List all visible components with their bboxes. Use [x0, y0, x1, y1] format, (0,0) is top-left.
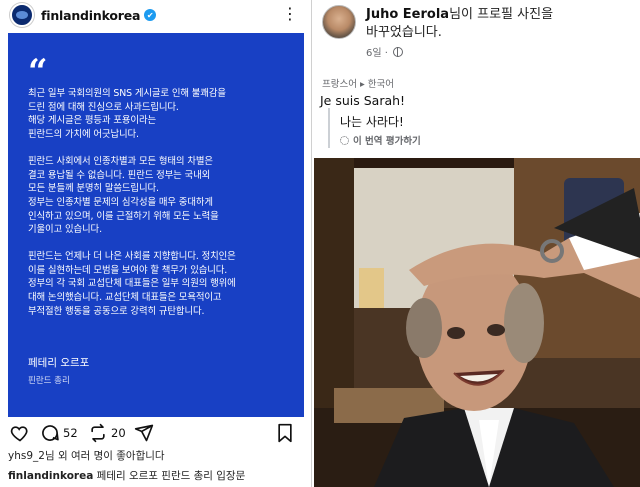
author-name[interactable]: Juho Eerola [366, 7, 449, 22]
instagram-post: finlandinkorea ✔ ⋮ “ 최근 일부 국회의원의 SNS 게시글… [0, 0, 312, 487]
statement-line: 이를 실현하는데 모범을 보여야 할 책무가 있습니다. [28, 264, 228, 276]
share-icon [134, 424, 154, 442]
like-button[interactable] [10, 423, 30, 443]
statement-paragraph-3: 핀란드는 언제나 더 나은 사회를 지향합니다. 정치인은 이를 실현하는데 모… [28, 250, 290, 319]
verified-badge-icon: ✔ [144, 9, 157, 21]
profile-photo[interactable] [314, 158, 640, 487]
caption-username[interactable]: finlandinkorea [8, 470, 93, 482]
statement-line: 최근 일부 국회의원의 SNS 게시글로 인해 불쾌감을 [28, 88, 226, 99]
save-button[interactable] [276, 423, 294, 443]
photo-illustration [314, 158, 640, 487]
action-bar: 52 20 [0, 420, 312, 446]
caption: finlandinkorea 페테리 오르포 핀란드 총리 입장문 [8, 468, 245, 483]
statement-line: 핀란드의 가치에 어긋납니다. [28, 129, 139, 141]
statement-text: 최근 일부 국회의원의 SNS 게시글로 인해 불쾌감을 드린 점에 대해 진심… [28, 87, 290, 332]
statement-line: 모든 분들께 분명히 말씀드립니다. [28, 183, 159, 195]
original-text: Je suis Sarah! [320, 93, 406, 108]
statement-line: 부적절한 행동을 공동으로 강력히 규탄합니다. [28, 305, 205, 317]
translation-box: 나는 사라다! 이 번역 평가하기 [328, 108, 630, 148]
globe-icon [392, 46, 403, 57]
translation-languages: 프랑스어 ▸ 한국어 [322, 79, 394, 90]
statement-line: 정부의 각 국회 교섭단체 대표들은 일부 의원의 행위에 [28, 278, 236, 290]
caption-text: 페테리 오르포 핀란드 총리 입장문 [96, 470, 246, 482]
statement-line: 정부는 인종차별 문제의 심각성을 매우 중대하게 [28, 196, 213, 208]
statement-card: “ 최근 일부 국회의원의 SNS 게시글로 인해 불쾌감을 드린 점에 대해 … [8, 33, 304, 417]
rate-translation-label: 이 번역 평가하기 [353, 136, 421, 147]
avatar[interactable] [10, 3, 34, 27]
post-header: finlandinkorea ✔ ⋮ [0, 0, 312, 30]
statement-paragraph-2: 핀란드 사회에서 인종차별과 모든 형태의 차별은 결코 용납될 수 없습니다.… [28, 155, 290, 237]
gear-icon [340, 135, 349, 145]
post-time[interactable]: 6일 · [366, 44, 388, 59]
repost-icon [91, 423, 105, 443]
post-title: Juho Eerola님이 프로필 사진을 바꾸었습니다. [366, 6, 634, 42]
avatar[interactable] [322, 5, 356, 39]
signature-title: 핀란드 총리 [28, 376, 70, 386]
statement-line: 대해 논의했습니다. 교섭단체 대표들은 모욕적이고 [28, 292, 222, 304]
repost-count: 20 [111, 426, 126, 440]
translated-text: 나는 사라다! [340, 115, 404, 129]
title-text-2: 바꾸었습니다. [366, 25, 442, 40]
title-text-1: 님이 프로필 사진을 [449, 7, 554, 22]
likes-summary[interactable]: yhs9_2님 외 여러 명이 좋아합니다 [8, 448, 165, 463]
share-button[interactable] [134, 423, 154, 443]
rate-translation-button[interactable]: 이 번역 평가하기 [340, 133, 421, 147]
statement-paragraph-1: 최근 일부 국회의원의 SNS 게시글로 인해 불쾌감을 드린 점에 대해 진심… [28, 87, 290, 142]
bookmark-icon [278, 423, 292, 443]
statement-line: 해당 게시글은 평등과 포용이라는 [28, 115, 156, 127]
facebook-post: Juho Eerola님이 프로필 사진을 바꾸었습니다. 6일 · 프랑스어 … [314, 0, 640, 487]
post-meta: 6일 · [366, 44, 403, 59]
username[interactable]: finlandinkorea [41, 8, 140, 23]
more-options-icon[interactable]: ⋮ [282, 6, 298, 22]
quote-mark: “ [28, 52, 48, 92]
statement-line: 핀란드 사회에서 인종차별과 모든 형태의 차별은 [28, 155, 213, 167]
statement-line: 핀란드는 언제나 더 나은 사회를 지향합니다. 정치인은 [28, 251, 236, 263]
comment-button[interactable]: 52 [40, 423, 78, 443]
heart-icon [10, 426, 28, 442]
statement-line: 드린 점에 대해 진심으로 사과드립니다. [28, 101, 179, 113]
comment-icon [42, 425, 59, 441]
statement-line: 인식하고 있으며, 이를 근절하기 위해 모든 노력을 [28, 210, 219, 222]
statement-line: 기울이고 있습니다. [28, 224, 102, 236]
comment-count: 52 [63, 426, 78, 440]
signature-name: 페테리 오르포 [28, 357, 90, 369]
statement-line: 결코 용납될 수 없습니다. 핀란드 정부는 국내외 [28, 169, 211, 181]
repost-button[interactable]: 20 [88, 423, 126, 443]
